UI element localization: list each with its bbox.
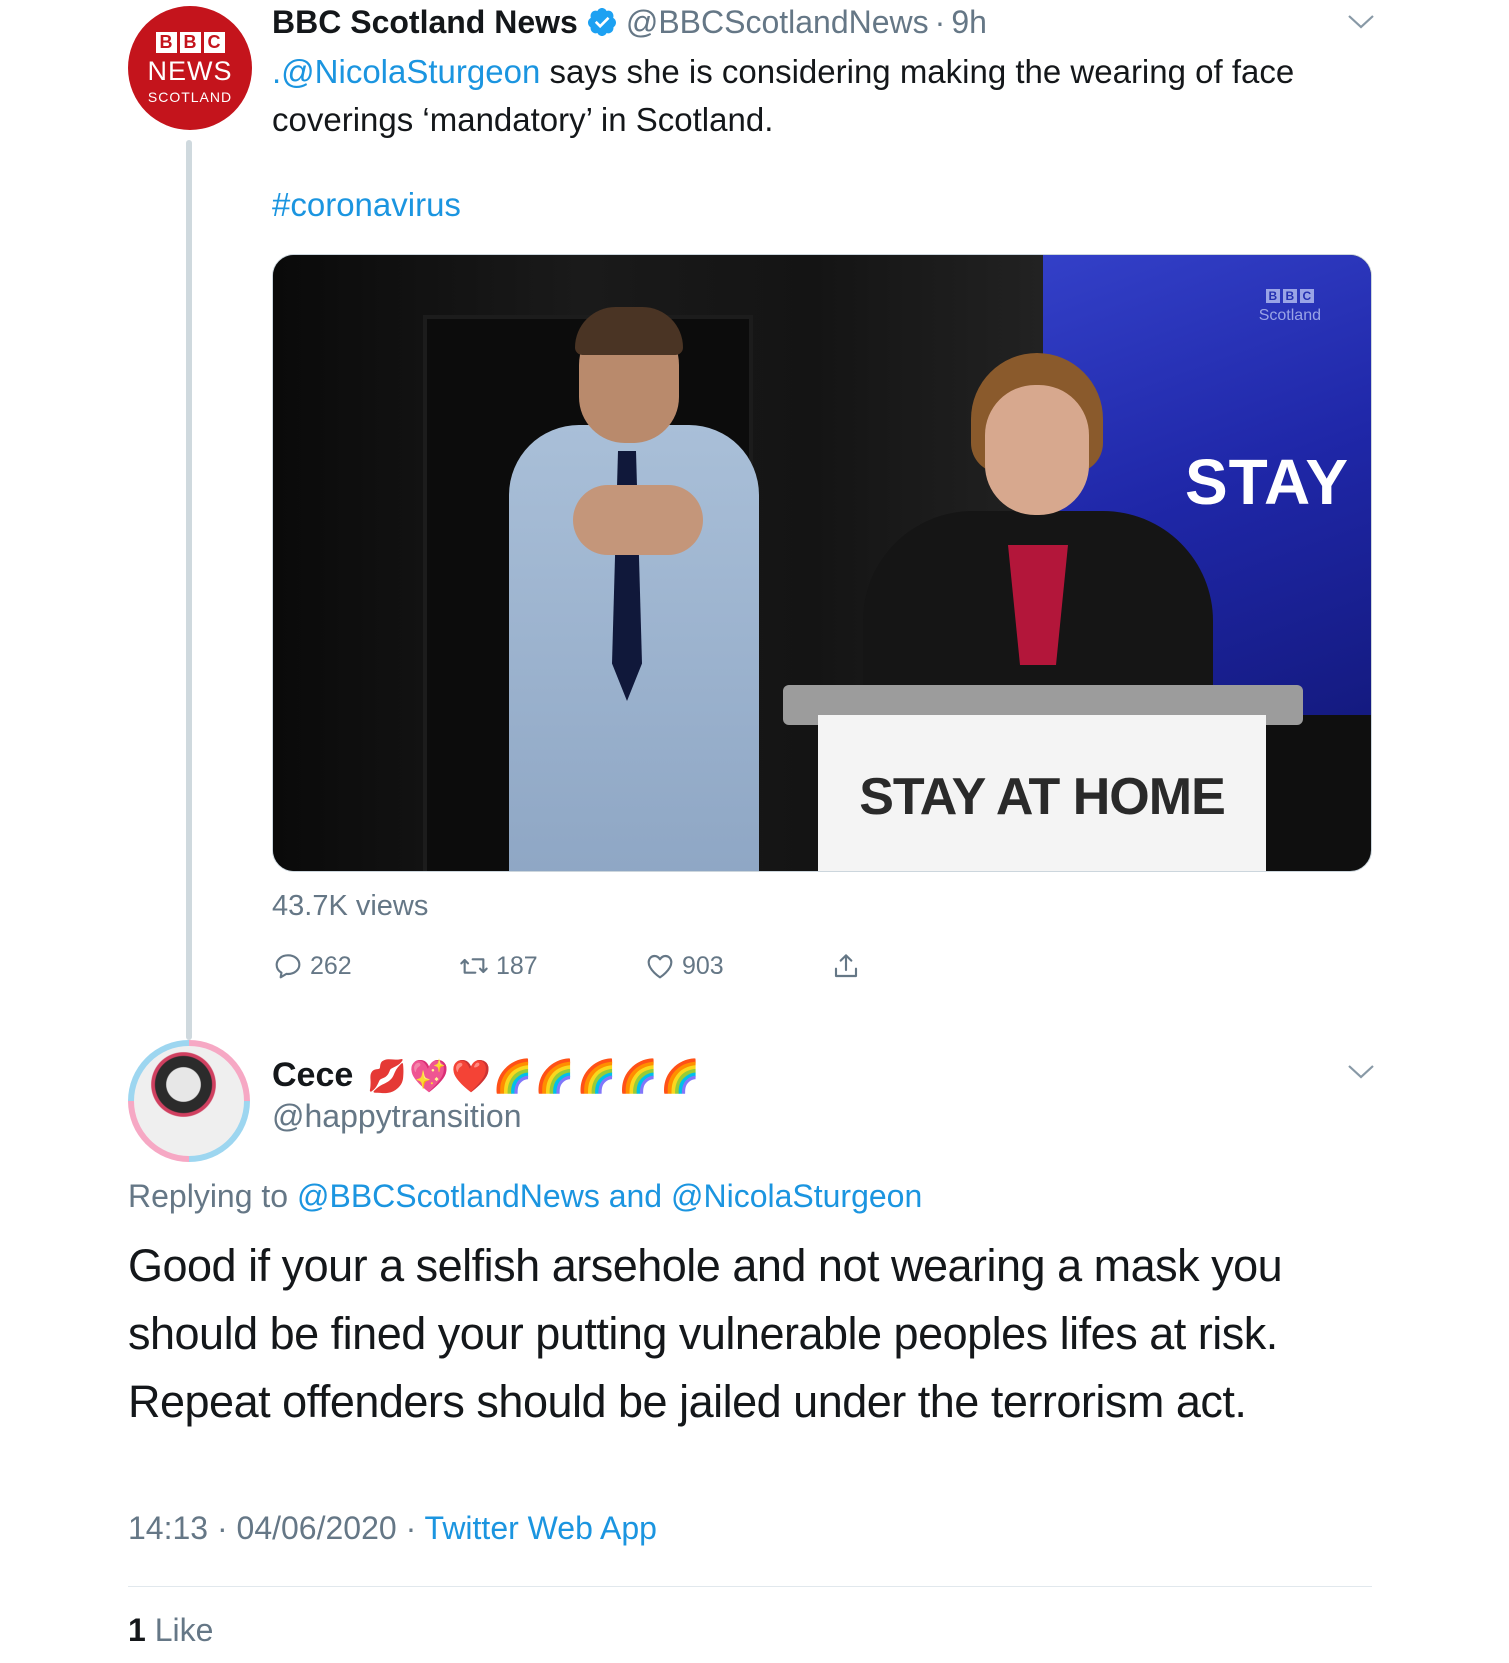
- tweet-text: .@NicolaSturgeon says she is considering…: [272, 48, 1392, 144]
- reply-author: Cece 💋💖❤️🌈🌈🌈🌈🌈: [272, 1056, 702, 1095]
- replying-to-line: Replying to @BBCScotlandNews and @Nicola…: [128, 1178, 922, 1215]
- separator-dot: ·: [216, 1510, 228, 1546]
- screen-bbc-blocks: B B C: [1259, 289, 1321, 303]
- like-button[interactable]: 903: [644, 950, 724, 982]
- share-icon: [834, 954, 858, 978]
- screen-logo-text: Scotland: [1258, 307, 1321, 324]
- view-count: 43.7K views: [272, 890, 429, 922]
- screen-stay-text: STAY: [1184, 446, 1349, 518]
- share-button[interactable]: [830, 950, 868, 982]
- bbc-block: B: [179, 31, 201, 53]
- likes-label: Like: [154, 1612, 214, 1648]
- video-player[interactable]: B B C Scotland STAY STAY AT HOME: [272, 254, 1372, 872]
- tweet-time[interactable]: 9h: [951, 4, 987, 41]
- retweet-icon: [460, 958, 488, 974]
- interpreter-hands: [573, 485, 703, 555]
- lectern: STAY AT HOME: [818, 715, 1266, 871]
- source-link[interactable]: Twitter Web App: [425, 1510, 657, 1546]
- replying-to-link[interactable]: @BBCScotlandNews: [297, 1178, 600, 1214]
- reply-count: 262: [310, 951, 352, 980]
- bbc-block: B: [155, 31, 177, 53]
- cece-avatar-image: [134, 1046, 244, 1156]
- retweet-button[interactable]: 187: [458, 950, 538, 982]
- tweet-time[interactable]: 14:13: [128, 1510, 208, 1546]
- parent-tweet-header: BBC Scotland News @BBCScotlandNews · 9h: [272, 2, 987, 42]
- reply-author-handle[interactable]: @happytransition: [272, 1098, 522, 1135]
- avatar-line-scotland: SCOTLAND: [147, 88, 233, 105]
- speaker-head: [985, 385, 1089, 515]
- cece-avatar[interactable]: [128, 1040, 250, 1162]
- retweet-count: 187: [496, 951, 538, 980]
- thread-line: [186, 140, 192, 1040]
- author-handle[interactable]: @BBCScotlandNews: [626, 4, 929, 41]
- replying-and: and: [599, 1178, 671, 1214]
- lectern-text: STAY AT HOME: [859, 768, 1226, 826]
- replying-to-link[interactable]: @NicolaSturgeon: [671, 1178, 922, 1214]
- likes-count: 1: [128, 1612, 146, 1648]
- tweet-actions: 262 187 903: [272, 950, 932, 990]
- replying-prefix: Replying to: [128, 1178, 297, 1214]
- hashtag-link[interactable]: #coronavirus: [272, 186, 461, 224]
- likes-summary[interactable]: 1 Like: [128, 1612, 213, 1649]
- reply-author-name[interactable]: Cece: [272, 1056, 353, 1095]
- screen-bbc-logo: B B C Scotland: [1259, 289, 1321, 325]
- heart-icon: [647, 954, 673, 979]
- like-count: 903: [682, 951, 724, 980]
- bbc-block: B: [1282, 289, 1297, 303]
- chevron-down-icon[interactable]: [1346, 12, 1376, 32]
- separator-dot: [208, 1510, 217, 1546]
- reply-button[interactable]: 262: [272, 950, 352, 982]
- reply-text: Good if your a selfish arsehole and not …: [128, 1240, 1283, 1427]
- tweet-meta: 14:13 · 04/06/2020 · Twitter Web App: [128, 1510, 657, 1547]
- separator-dot: ·: [405, 1510, 417, 1546]
- bbc-avatar[interactable]: B B C NEWS SCOTLAND: [128, 6, 252, 130]
- avatar-line-news: NEWS: [147, 55, 233, 86]
- name-emoji: 💋💖❤️🌈🌈🌈🌈🌈: [367, 1057, 703, 1094]
- bbc-block: C: [1299, 289, 1314, 303]
- divider: [128, 1586, 1372, 1587]
- verified-badge-icon: [587, 8, 616, 36]
- bbc-block: B: [1265, 289, 1280, 303]
- mention-link[interactable]: .@NicolaSturgeon: [272, 53, 540, 90]
- chevron-down-icon[interactable]: [1346, 1062, 1376, 1082]
- reply-icon: [275, 954, 301, 979]
- interpreter-hair: [575, 307, 683, 355]
- separator-dot: ·: [934, 3, 946, 40]
- tweet-date[interactable]: 04/06/2020: [237, 1510, 397, 1546]
- bbc-block: C: [203, 31, 225, 53]
- bbc-logo: B B C: [155, 31, 225, 53]
- author-name[interactable]: BBC Scotland News: [272, 4, 578, 41]
